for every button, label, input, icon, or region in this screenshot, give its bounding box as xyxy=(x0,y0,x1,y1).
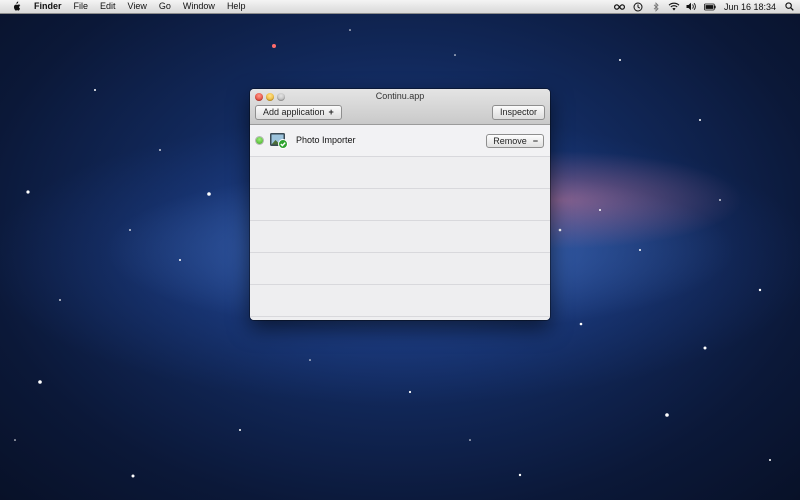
menu-window[interactable]: Window xyxy=(183,0,215,13)
running-status-icon xyxy=(256,137,263,144)
continu-window: Continu.app Add application + Inspector xyxy=(250,89,550,320)
infinity-icon[interactable] xyxy=(614,1,626,12)
status-area: Jun 16 18:34 xyxy=(608,0,794,13)
inspector-button[interactable]: Inspector xyxy=(491,105,545,120)
plus-icon: + xyxy=(328,107,334,117)
minus-icon: − xyxy=(532,136,538,146)
volume-icon[interactable] xyxy=(686,1,698,12)
window-title: Continu.app xyxy=(375,91,425,101)
wifi-icon[interactable] xyxy=(668,1,680,12)
window-titlebar[interactable]: Continu.app Add application + Inspector xyxy=(250,89,550,125)
add-application-label: Add application xyxy=(263,107,325,117)
application-list: Photo Importer Remove − xyxy=(250,125,550,320)
inspector-label: Inspector xyxy=(499,107,537,117)
menubar-clock[interactable]: Jun 16 18:34 xyxy=(724,2,776,12)
remove-label: Remove xyxy=(493,136,527,146)
empty-list-row xyxy=(250,189,550,221)
photo-importer-app-icon xyxy=(269,131,289,150)
empty-list-row xyxy=(250,253,550,285)
menu-finder[interactable]: Finder xyxy=(34,0,62,13)
empty-list-row xyxy=(250,157,550,189)
bluetooth-icon[interactable] xyxy=(650,1,662,12)
apple-logo-icon[interactable] xyxy=(10,1,22,13)
desktop-background: Finder File Edit View Go Window Help Jun… xyxy=(0,0,800,500)
menu-help[interactable]: Help xyxy=(227,0,246,13)
empty-list-row xyxy=(250,285,550,317)
menu-edit[interactable]: Edit xyxy=(100,0,116,13)
app-name: Photo Importer xyxy=(296,135,356,145)
menu-file[interactable]: File xyxy=(74,0,89,13)
add-application-button[interactable]: Add application + xyxy=(255,105,342,120)
spotlight-search-icon[interactable] xyxy=(784,1,794,12)
list-item[interactable]: Photo Importer Remove − xyxy=(250,125,550,157)
remove-button[interactable]: Remove − xyxy=(486,134,544,148)
menu-bar: Finder File Edit View Go Window Help Jun… xyxy=(0,0,800,14)
menu-go[interactable]: Go xyxy=(159,0,171,13)
time-machine-icon[interactable] xyxy=(632,1,644,12)
battery-icon[interactable] xyxy=(703,1,716,12)
menu-view[interactable]: View xyxy=(128,0,147,13)
empty-list-row xyxy=(250,221,550,253)
